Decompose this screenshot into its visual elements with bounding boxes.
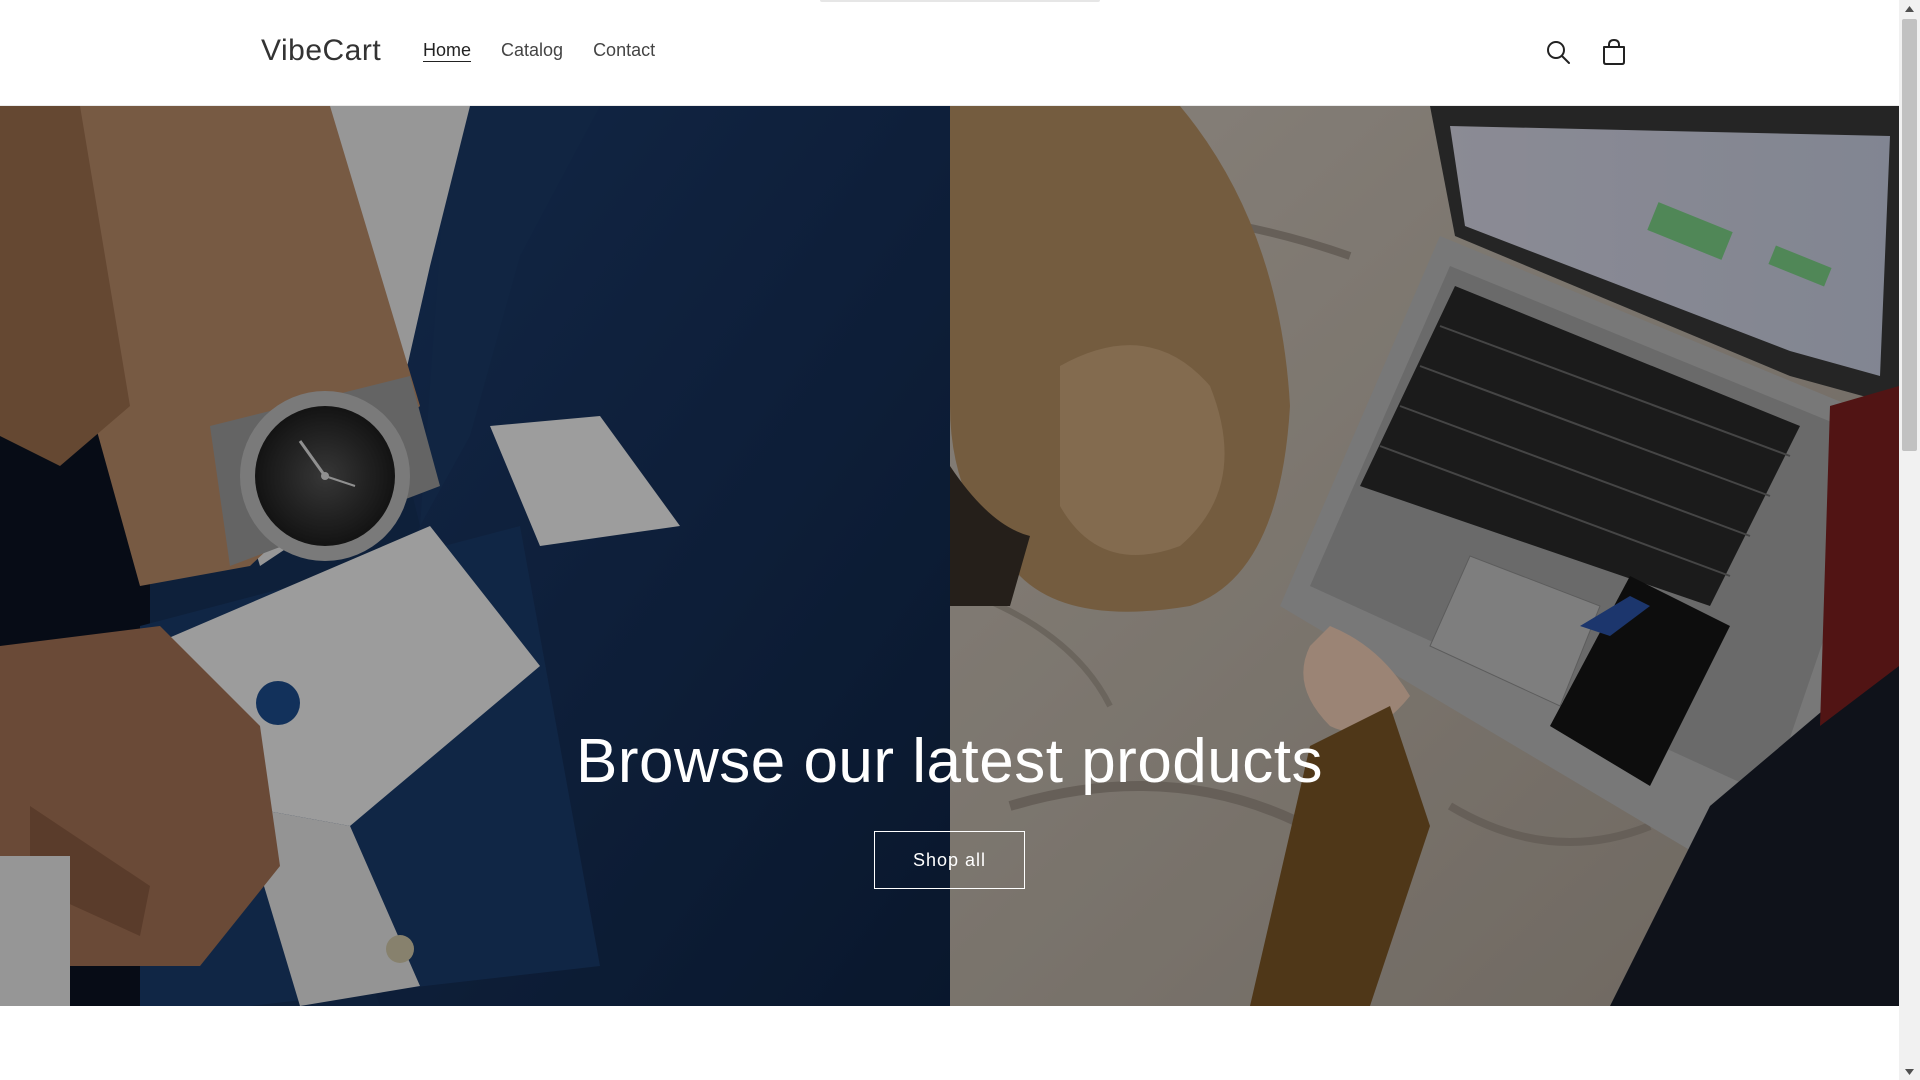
scroll-up-arrow-icon[interactable] bbox=[1899, 0, 1920, 17]
hero-banner: Browse our latest products Shop all bbox=[0, 106, 1899, 1006]
hero-title: Browse our latest products bbox=[575, 727, 1323, 796]
search-icon[interactable] bbox=[1540, 34, 1576, 70]
nav-home[interactable]: Home bbox=[423, 40, 471, 61]
site-header: VibeCart Home Catalog Contact bbox=[0, 0, 1899, 106]
main-nav: Home Catalog Contact bbox=[423, 40, 685, 61]
scroll-down-arrow-icon[interactable] bbox=[1899, 1063, 1920, 1080]
scroll-thumb[interactable] bbox=[1902, 19, 1917, 451]
page-scrollbar[interactable] bbox=[1899, 0, 1920, 1080]
cart-icon[interactable] bbox=[1596, 34, 1632, 70]
nav-contact[interactable]: Contact bbox=[593, 40, 655, 61]
top-notch bbox=[820, 0, 1100, 2]
page: VibeCart Home Catalog Contact Browse our… bbox=[0, 0, 1899, 1080]
hero-content: Browse our latest products Shop all bbox=[0, 726, 1899, 889]
nav-catalog[interactable]: Catalog bbox=[501, 40, 563, 61]
site-logo[interactable]: VibeCart bbox=[261, 34, 381, 68]
shop-all-button[interactable]: Shop all bbox=[873, 831, 1026, 889]
